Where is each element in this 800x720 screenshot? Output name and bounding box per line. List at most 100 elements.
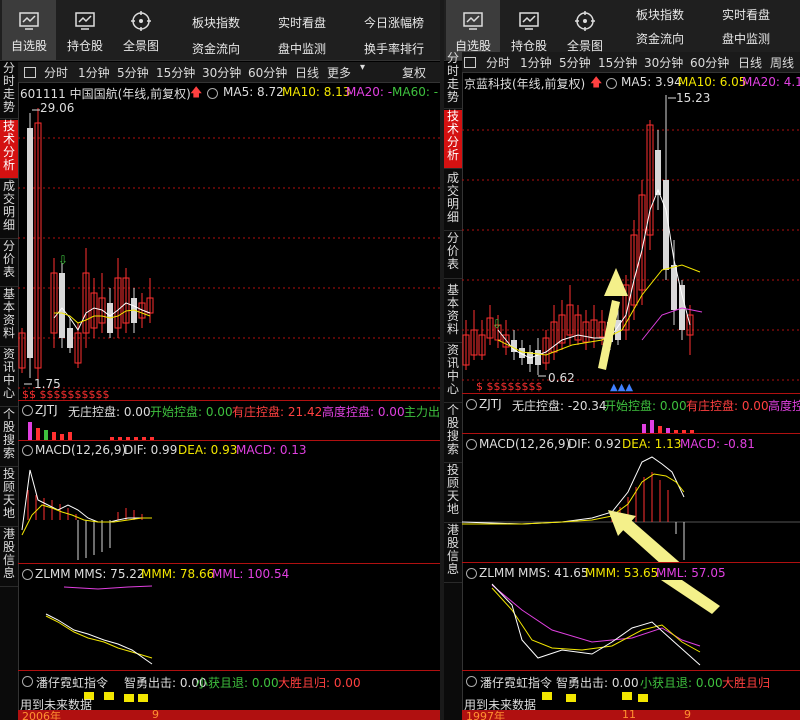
macd-name: MACD(12,26,9) [35,443,127,457]
holdings-label: 持仓股 [66,39,103,53]
tab-timeshare[interactable]: 分时走势 [0,62,18,119]
period-1min[interactable]: 1分钟 [520,54,552,71]
tab-price-table[interactable]: 分价表 [0,240,18,287]
rainbow-b: 小获且退: 0.00 [196,676,279,690]
indicator-settings-icon[interactable] [22,405,33,416]
indicator-settings-icon[interactable] [22,676,33,687]
tab-trade-detail[interactable]: 成交明细 [0,180,18,239]
high-price-label: 15.23 [676,91,710,105]
macd-name: MACD(12,26,9) [479,437,571,451]
period-bar: 分时 1分钟 5分钟 15分钟 30分钟 60分钟 日线 周线 [462,52,800,73]
period-60min[interactable]: 60分钟 [248,64,287,81]
tab-advisor[interactable]: 投顾天地 [0,468,18,527]
zjtj-bars [642,420,694,434]
holdings-button[interactable]: 持仓股 [502,0,556,60]
settings-circle-icon[interactable] [606,78,617,89]
live-watch-link[interactable]: 实时看盘 [278,14,326,31]
fund-flow-link[interactable]: 资金流向 [636,30,684,47]
tab-technical[interactable]: 技术分析 [444,110,462,169]
tab-hk-info[interactable]: 港股信息 [444,524,462,583]
ma10-value: MA10: 6.05 [678,75,747,89]
ma20-value: MA20: 4.1 [742,75,800,89]
intraday-monitor-link[interactable]: 盘中监测 [722,30,770,47]
adjust-button[interactable]: 复权 [402,64,426,81]
pane-divider [462,670,800,671]
period-60min[interactable]: 60分钟 [690,54,729,71]
month-label: 9 [152,708,159,720]
zlmm-mmm: MMM: 78.66 [141,567,215,581]
buy-signal-icon: ⇩ [58,253,68,267]
sector-index-link[interactable]: 板块指数 [192,14,240,31]
indicator-settings-icon[interactable] [466,676,477,687]
tab-price-table[interactable]: 分价表 [444,232,462,279]
period-5min[interactable]: 5分钟 [117,64,149,81]
rainbow-name: 潘仔霓虹指令 [480,676,553,690]
indicator-settings-icon[interactable] [466,399,477,410]
ma5-value: MA5: 8.72 [223,85,284,99]
zlmm-chart [45,585,153,665]
side-tabs: 分时走势 技术分析 成交明细 分价表 基本资料 资讯中心 个股搜索 投顾天地 港… [0,62,19,720]
period-5min[interactable]: 5分钟 [559,54,591,71]
indicator-settings-icon[interactable] [22,445,33,456]
tab-news[interactable]: 资讯中心 [0,348,18,407]
pane-divider [18,670,440,671]
period-more[interactable]: 更多 [327,64,351,81]
zlmm-mms: MMS: 41.65 [518,566,589,580]
top-navigation: 自选股 持仓股 全景图 板块指数 实时看盘 今日涨幅榜 资金流向 盘中监测 换手… [0,0,440,61]
tab-hk-info[interactable]: 港股信息 [0,528,18,587]
period-timeshare[interactable]: 分时 [486,54,510,71]
period-timeshare[interactable]: 分时 [44,64,68,81]
tab-stock-search[interactable]: 个股搜索 [0,408,18,467]
pane-divider [18,440,440,441]
zjtj-bars [28,422,154,440]
buy-signal-icon: ⇩ [492,317,502,331]
candlestick-chart: 29.06 1.75 ⇩ $$ $$$$$$$$$$ [18,101,440,400]
period-15min[interactable]: 15分钟 [156,64,195,81]
tab-stock-search[interactable]: 个股搜索 [444,404,462,463]
period-30min[interactable]: 30分钟 [644,54,683,71]
tab-technical[interactable]: 技术分析 [0,120,18,179]
live-watch-link[interactable]: 实时看盘 [722,6,770,23]
period-daily[interactable]: 日线 [295,64,319,81]
period-30min[interactable]: 30分钟 [202,64,241,81]
crosshair-icon [575,11,595,31]
dropdown-arrow-icon[interactable]: ▾ [360,62,365,73]
tab-timeshare[interactable]: 分时走势 [444,52,462,109]
period-daily[interactable]: 日线 [738,54,762,71]
signal-marks: ▲▲▲ [610,382,633,392]
top-gainers-link[interactable]: 今日涨幅榜 [364,14,424,31]
rainbow-a: 智勇出击: 0.00 [124,676,207,690]
tab-basic-info[interactable]: 基本资料 [444,284,462,343]
period-1min[interactable]: 1分钟 [78,64,110,81]
layout-toggle-icon[interactable] [464,57,476,68]
period-15min[interactable]: 15分钟 [598,54,637,71]
turnover-rank-link[interactable]: 换手率排行 [364,40,424,57]
tab-basic-info[interactable]: 基本资料 [0,288,18,347]
tab-news[interactable]: 资讯中心 [444,344,462,403]
panorama-button[interactable]: 全景图 [558,0,612,60]
signal-marks: $$ $$$$$$$$$$ [22,388,109,400]
fund-flow-link[interactable]: 资金流向 [192,40,240,57]
zlmm-mms: MMS: 75.22 [74,567,145,581]
macd-value: MACD: -0.81 [680,437,755,451]
rainbow-b: 小获且退: 0.00 [640,676,723,690]
month-label: 9 [684,708,691,720]
zjtj-name: ZJTJ [479,397,502,411]
layout-toggle-icon[interactable] [24,67,36,78]
holdings-button[interactable]: 持仓股 [58,0,112,60]
macd-chart [21,469,152,560]
indicator-settings-icon[interactable] [466,439,477,450]
sector-index-link[interactable]: 板块指数 [636,6,684,23]
zlmm-mml: MML: 100.54 [212,567,290,581]
panorama-button[interactable]: 全景图 [114,0,168,60]
period-weekly[interactable]: 周线 [770,54,794,71]
pane-divider [462,562,800,563]
macd-value: MACD: 0.13 [236,443,307,457]
intraday-monitor-link[interactable]: 盘中监测 [278,40,326,57]
watchlist-button[interactable]: 自选股 [2,0,56,60]
indicator-settings-icon[interactable] [466,568,477,579]
indicator-settings-icon[interactable] [22,569,33,580]
zlmm-name: ZLMM [479,566,515,580]
tab-trade-detail[interactable]: 成交明细 [444,172,462,231]
tab-advisor[interactable]: 投顾天地 [444,464,462,523]
